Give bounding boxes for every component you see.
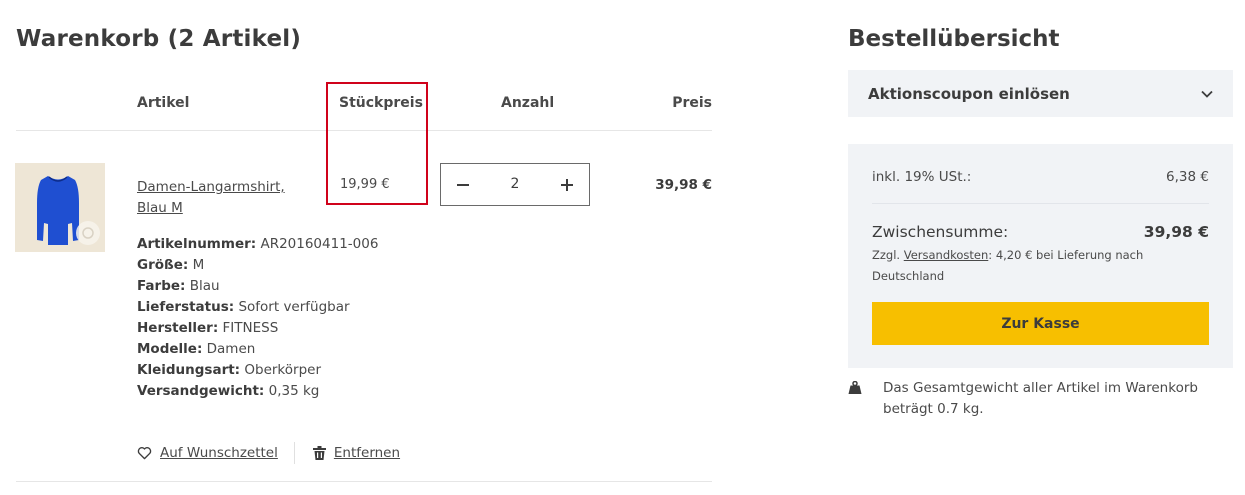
weight-icon xyxy=(848,378,863,420)
detail-label: Farbe: xyxy=(137,278,186,294)
row-divider xyxy=(16,481,712,482)
product-image[interactable] xyxy=(15,163,105,252)
column-header-preis: Preis xyxy=(672,95,712,111)
subtotal-label: Zwischensumme: xyxy=(872,223,1009,241)
summary-title: Bestellübersicht xyxy=(848,26,1060,52)
order-summary-panel: inkl. 19% USt.: 6,38 € Zwischensumme: 39… xyxy=(848,144,1233,368)
decrease-quantity-button[interactable] xyxy=(441,164,485,205)
increase-quantity-button[interactable] xyxy=(545,164,589,205)
detail-value: FITNESS xyxy=(222,320,279,336)
shipping-prefix: Zzgl. xyxy=(872,248,901,262)
shipping-note: Zzgl. Versandkosten: 4,20 € bei Lieferun… xyxy=(872,245,1162,287)
detail-label: Modelle: xyxy=(137,341,203,357)
remove-label[interactable]: Entfernen xyxy=(334,445,400,461)
detail-row: Kleidungsart: Oberkörper xyxy=(137,360,378,381)
product-name-line-2[interactable]: Blau M xyxy=(137,200,183,216)
detail-value: M xyxy=(192,257,205,273)
detail-label: Kleidungsart: xyxy=(137,362,241,378)
detail-label: Größe: xyxy=(137,257,189,273)
quantity-stepper: 2 xyxy=(440,163,590,206)
trash-icon xyxy=(312,446,326,460)
cart-title: Warenkorb (2 Artikel) xyxy=(16,26,302,52)
tax-value: 6,38 € xyxy=(1166,169,1209,185)
detail-value: Sofort verfügbar xyxy=(238,299,350,315)
detail-label: Versandgewicht: xyxy=(137,383,265,399)
column-header-artikel: Artikel xyxy=(137,95,190,111)
detail-row: Versandgewicht: 0,35 kg xyxy=(137,381,378,402)
detail-row: Größe: M xyxy=(137,255,378,276)
detail-value: Damen xyxy=(206,341,256,357)
detail-label: Hersteller: xyxy=(137,320,219,336)
detail-value: 0,35 kg xyxy=(268,383,320,399)
coupon-accordion[interactable]: Aktionscoupon einlösen xyxy=(848,70,1233,117)
plus-icon xyxy=(561,178,573,191)
detail-row: Lieferstatus: Sofort verfügbar xyxy=(137,297,378,318)
product-name-link[interactable]: Damen-Langarmshirt, Blau M xyxy=(137,177,307,219)
detail-row: Hersteller: FITNESS xyxy=(137,318,378,339)
detail-row: Modelle: Damen xyxy=(137,339,378,360)
tax-row: inkl. 19% USt.: 6,38 € xyxy=(872,169,1209,185)
quantity-input[interactable]: 2 xyxy=(485,164,545,205)
column-header-anzahl: Anzahl xyxy=(501,95,555,111)
detail-label: Artikelnummer: xyxy=(137,236,257,252)
row-total-price: 39,98 € xyxy=(655,177,712,193)
chevron-down-icon[interactable] xyxy=(1201,90,1213,98)
tax-label: inkl. 19% USt.: xyxy=(872,169,972,185)
subtotal-row: Zwischensumme: 39,98 € xyxy=(872,223,1209,241)
summary-divider xyxy=(872,203,1209,204)
minus-icon xyxy=(457,183,469,186)
detail-value: Blau xyxy=(189,278,220,294)
product-details: Artikelnummer: AR20160411-006 Größe: M F… xyxy=(137,234,378,402)
remove-item-link[interactable]: Entfernen xyxy=(312,445,400,461)
product-name-line-1[interactable]: Damen-Langarmshirt, xyxy=(137,179,285,195)
detail-row: Artikelnummer: AR20160411-006 xyxy=(137,234,378,255)
checkout-button[interactable]: Zur Kasse xyxy=(872,302,1209,345)
detail-value: AR20160411-006 xyxy=(260,236,379,252)
heart-icon xyxy=(137,447,152,460)
total-weight-note: Das Gesamtgewicht aller Artikel im Waren… xyxy=(848,378,1213,420)
unit-price: 19,99 € xyxy=(340,177,390,192)
shipping-costs-link[interactable]: Versandkosten xyxy=(904,248,989,262)
action-separator xyxy=(293,442,295,464)
detail-row: Farbe: Blau xyxy=(137,276,378,297)
add-to-wishlist-link[interactable]: Auf Wunschzettel xyxy=(137,445,278,461)
wishlist-label[interactable]: Auf Wunschzettel xyxy=(160,445,278,461)
item-actions: Auf Wunschzettel Entfernen xyxy=(137,442,400,464)
subtotal-value: 39,98 € xyxy=(1143,223,1209,241)
weight-note-text: Das Gesamtgewicht aller Artikel im Waren… xyxy=(883,380,1198,417)
detail-label: Lieferstatus: xyxy=(137,299,235,315)
detail-value: Oberkörper xyxy=(244,362,321,378)
coupon-label[interactable]: Aktionscoupon einlösen xyxy=(868,85,1070,103)
